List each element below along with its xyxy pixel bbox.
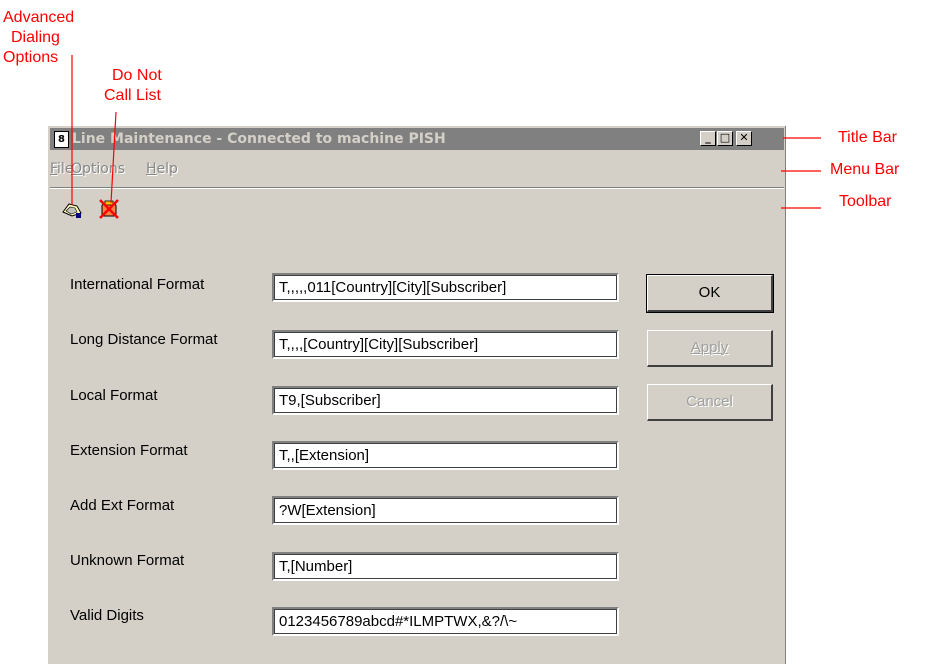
ok-button[interactable]: OK: [646, 274, 774, 313]
maximize-button[interactable]: □: [717, 131, 733, 146]
do-not-call-list-button[interactable]: [97, 198, 121, 220]
menu-toolbar-separator: [50, 187, 784, 189]
input-international-format[interactable]: T,,,,,011[Country][City][Subscriber]: [272, 273, 619, 302]
menu-help[interactable]: Help: [146, 161, 178, 177]
minimize-button[interactable]: _: [700, 131, 716, 146]
menu-help-label: elp: [156, 161, 178, 177]
menu-options-mnemonic: O: [71, 161, 83, 177]
callout-line: Dialing: [11, 29, 60, 46]
menu-file[interactable]: File: [50, 161, 73, 177]
close-button[interactable]: ✕: [736, 131, 752, 146]
window-title: Line Maintenance - Connected to machine …: [72, 131, 446, 147]
input-valid-digits[interactable]: 0123456789abcd#*ILMPTWX,&?/\~: [272, 607, 619, 636]
advanced-dialing-icon: [62, 203, 82, 218]
callout-toolbar: Toolbar: [839, 193, 892, 210]
menu-file-mnemonic: F: [50, 161, 58, 177]
input-local-format[interactable]: T9,[Subscriber]: [272, 386, 619, 415]
callout-line: Options: [3, 49, 59, 66]
callout-line: Call List: [104, 87, 161, 104]
title-bar[interactable]: 8 Line Maintenance - Connected to machin…: [50, 128, 784, 150]
app-icon[interactable]: 8: [54, 131, 69, 148]
label-unknown-format: Unknown Format: [70, 552, 185, 569]
label-long-distance-format: Long Distance Format: [70, 331, 218, 348]
input-extension-format[interactable]: T,,[Extension]: [272, 441, 619, 470]
input-long-distance-format[interactable]: T,,,,[Country][City][Subscriber]: [272, 330, 619, 359]
label-add-ext-format: Add Ext Format: [70, 497, 175, 514]
label-international-format: International Format: [70, 276, 205, 293]
callout-advanced-dialing-options: Advanced Dialing Options: [3, 8, 74, 68]
input-unknown-format[interactable]: T,[Number]: [272, 552, 619, 581]
callout-title-bar: Title Bar: [838, 129, 897, 146]
label-valid-digits: Valid Digits: [70, 607, 144, 624]
menu-bar: File Options Help: [50, 156, 784, 178]
input-add-ext-format[interactable]: ?W[Extension]: [272, 496, 619, 525]
callout-menu-bar: Menu Bar: [830, 161, 900, 178]
label-local-format: Local Format: [70, 387, 158, 404]
menu-help-mnemonic: H: [146, 161, 157, 177]
callout-line: Do Not: [112, 67, 162, 84]
callout-line: Advanced: [3, 9, 75, 26]
menu-options[interactable]: Options: [71, 161, 125, 177]
label-extension-format: Extension Format: [70, 442, 188, 459]
cancel-button[interactable]: Cancel: [647, 384, 773, 421]
menu-options-label: ptions: [82, 161, 126, 177]
advanced-dialing-options-button[interactable]: [60, 198, 84, 220]
apply-button[interactable]: Apply: [647, 330, 773, 367]
line-maintenance-window: 8 Line Maintenance - Connected to machin…: [47, 125, 786, 664]
callout-do-not-call-list: Do Not Call List: [104, 66, 162, 106]
do-not-call-icon: [99, 199, 119, 219]
